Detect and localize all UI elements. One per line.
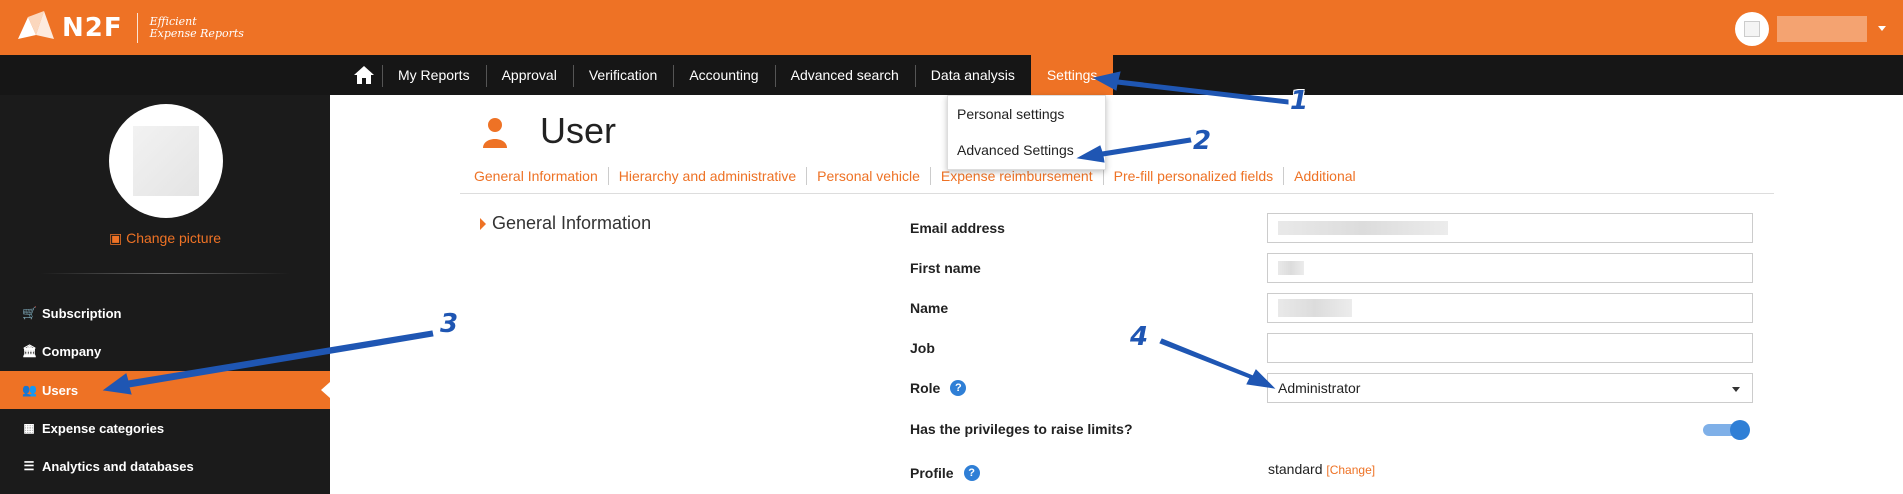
logo-mark-icon (18, 11, 54, 39)
cart-icon: 🛒 (22, 306, 37, 320)
nav-home[interactable] (346, 55, 382, 95)
nav-approval[interactable]: Approval (485, 55, 573, 95)
n2f-logo[interactable]: N2F Efficient Expense Reports (14, 8, 244, 48)
page-title: User (540, 110, 617, 151)
email-value-redacted (1278, 221, 1448, 235)
logo-tagline: Efficient Expense Reports (150, 16, 244, 40)
profile-label: Profile ? (910, 465, 980, 481)
nav-advanced-search[interactable]: Advanced search (774, 55, 915, 95)
tab-hierarchy[interactable]: Hierarchy and administrative (607, 167, 806, 185)
profile-change-link[interactable]: Change (1330, 463, 1372, 477)
email-field[interactable] (1267, 213, 1753, 243)
role-label: Role ? (910, 380, 967, 396)
role-label-text: Role (910, 380, 941, 396)
name-field[interactable] (1267, 293, 1753, 323)
raise-limits-label: Has the privileges to raise limits? (910, 421, 1133, 437)
change-picture-link[interactable]: ▣ Change picture (0, 230, 330, 247)
main-navbar: My Reports Approval Verification Account… (0, 55, 1903, 95)
logo-separator (136, 13, 138, 43)
change-picture-label: Change picture (126, 230, 222, 246)
tab-additional[interactable]: Additional (1283, 167, 1366, 185)
raise-limits-toggle[interactable] (1703, 420, 1750, 440)
annotation-number-4: 4 (1130, 322, 1149, 352)
profile-picture-redacted (133, 126, 199, 196)
help-icon[interactable]: ? (950, 380, 967, 396)
chevron-down-icon (1732, 387, 1740, 392)
user-name-redacted[interactable] (1777, 16, 1867, 42)
menu-item-personal-settings[interactable]: Personal settings (948, 96, 1105, 132)
image-icon: ▣ (108, 230, 127, 246)
home-icon (354, 66, 374, 84)
toggle-knob (1730, 420, 1750, 440)
subtabs: General Information Hierarchy and admini… (464, 167, 1366, 185)
nav-settings[interactable]: Settings (1030, 55, 1114, 95)
sidebar-divider (40, 273, 290, 274)
profile-picture[interactable] (109, 104, 223, 218)
tab-prefill-fields[interactable]: Pre-fill personalized fields (1102, 167, 1284, 185)
section-toggle-general-information[interactable]: General Information (480, 213, 651, 234)
nav-data-analysis[interactable]: Data analysis (914, 55, 1031, 95)
caret-right-icon (480, 217, 486, 230)
sidebar: ▣ Change picture 🛒 Subscription 🏛 Compan… (0, 95, 330, 494)
tab-personal-vehicle[interactable]: Personal vehicle (806, 167, 930, 185)
sidebar-item-analytics[interactable]: ☰ Analytics and databases (0, 447, 330, 485)
role-select[interactable]: Administrator (1267, 373, 1753, 403)
tab-general-information[interactable]: General Information (464, 167, 608, 185)
annotation-number-1: 1 (1290, 86, 1309, 116)
sidebar-item-users[interactable]: 👥 Users (0, 371, 330, 409)
sidebar-item-label: Company (42, 343, 102, 359)
profile-label-text: Profile (910, 465, 954, 481)
first-name-label: First name (910, 260, 981, 276)
sidebar-item-label: Analytics and databases (42, 458, 194, 474)
user-icon (483, 118, 507, 148)
users-icon: 👥 (22, 383, 37, 397)
avatar-placeholder-icon (1744, 21, 1760, 37)
annotation-number-3: 3 (440, 309, 459, 339)
role-select-value: Administrator (1278, 380, 1361, 396)
name-label: Name (910, 300, 949, 316)
bank-icon: 🏛 (22, 344, 38, 358)
sidebar-item-label: Users (42, 382, 79, 398)
nav-my-reports[interactable]: My Reports (382, 55, 486, 95)
profile-bracket-close: ] (1371, 463, 1376, 477)
profile-value-text: standard (1268, 461, 1323, 477)
menu-item-advanced-settings[interactable]: Advanced Settings (948, 132, 1105, 168)
first-name-value-redacted (1278, 261, 1304, 275)
sidebar-item-company[interactable]: 🏛 Company (0, 332, 330, 370)
list-icon: ☰ (23, 459, 35, 473)
name-value-redacted (1278, 299, 1352, 317)
section-title: General Information (492, 213, 652, 233)
annotation-arrow-4 (1159, 338, 1276, 389)
settings-dropdown: Personal settings Advanced Settings (947, 95, 1106, 170)
help-icon[interactable]: ? (963, 465, 980, 481)
sidebar-item-subscription[interactable]: 🛒 Subscription (0, 294, 330, 332)
job-field[interactable] (1267, 333, 1753, 363)
tagline-line-2: Expense Reports (149, 27, 244, 40)
sidebar-item-expense-categories[interactable]: ▦ Expense categories (0, 409, 330, 447)
sidebar-item-label: Expense categories (42, 420, 165, 436)
nav-verification[interactable]: Verification (572, 55, 673, 95)
user-avatar[interactable] (1735, 12, 1769, 46)
first-name-field[interactable] (1267, 253, 1753, 283)
logo-text: N2F (62, 13, 123, 43)
subtabs-underline (460, 193, 1774, 194)
nav-accounting[interactable]: Accounting (673, 55, 774, 95)
nav-menu: My Reports Approval Verification Account… (346, 55, 1114, 95)
top-header: N2F Efficient Expense Reports (0, 0, 1903, 55)
user-menu-caret-icon[interactable] (1878, 26, 1886, 31)
profile-value: standard [Change] (1268, 461, 1375, 477)
job-label: Job (910, 340, 935, 356)
sidebar-item-label: Subscription (42, 305, 122, 321)
grid-icon: ▦ (23, 421, 35, 435)
email-label: Email address (910, 220, 1005, 236)
annotation-number-2: 2 (1193, 126, 1212, 156)
